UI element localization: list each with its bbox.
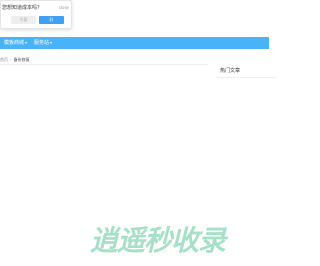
- nav-item-label: 服务站: [34, 40, 50, 46]
- caret-down-icon: [25, 41, 28, 44]
- popup-close-button[interactable]: close: [59, 5, 69, 10]
- nav-item-service-station[interactable]: 服务站: [34, 37, 53, 49]
- breadcrumb: 首页 › 备份修复: [0, 57, 30, 62]
- watermark-logo: 逍遥秒收录: [90, 224, 226, 257]
- content-divider: [0, 64, 208, 65]
- sidebar-title: 热门文章: [220, 68, 241, 74]
- caret-down-icon: [50, 41, 53, 44]
- nav-item-label: 模板商城: [4, 40, 25, 46]
- popup-title: 您想知道成本吗？: [2, 5, 43, 11]
- confirm-popup: 您想知道成本吗？ close 不要 好: [0, 0, 72, 29]
- nav-item-template-store[interactable]: 模板商城: [4, 37, 28, 49]
- cancel-button[interactable]: 不要: [11, 16, 36, 24]
- top-navbar: 模板商城 服务站: [0, 37, 269, 49]
- ok-button[interactable]: 好: [39, 16, 64, 24]
- sidebar-hot-articles: 热门文章: [216, 65, 276, 78]
- breadcrumb-separator: ›: [10, 57, 12, 62]
- breadcrumb-home-link[interactable]: 首页: [0, 57, 8, 62]
- breadcrumb-current: 备份修复: [13, 57, 30, 62]
